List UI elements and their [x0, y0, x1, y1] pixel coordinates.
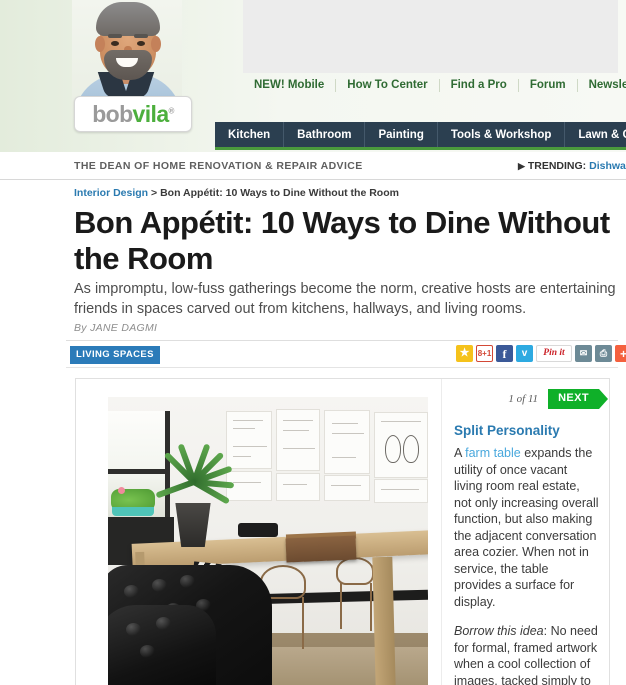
utility-nav-item-find-a-pro[interactable]: Find a Pro: [440, 79, 519, 92]
utility-nav: NEW! Mobile How To Center Find a Pro For…: [243, 79, 626, 92]
slide-nav-row: 1 of 11 NEXT: [454, 387, 608, 411]
category-nav-item-tools-workshop[interactable]: Tools & Workshop: [438, 122, 566, 147]
slide-caption-title: Split Personality: [454, 423, 560, 438]
site-logo[interactable]: bobvila®: [74, 96, 192, 132]
logo-text-bob: bob: [92, 100, 133, 127]
caption-text-pre: A: [454, 446, 466, 460]
article-deck: As impromptu, low-fuss gatherings become…: [74, 281, 616, 317]
category-nav-item-bathroom[interactable]: Bathroom: [284, 122, 366, 147]
page-root: bobvila® NEW! Mobile How To Center Find …: [0, 0, 626, 685]
favorite-star-icon[interactable]: ★: [456, 345, 473, 362]
caret-right-icon: ▶: [518, 161, 525, 171]
ad-slot: [243, 0, 618, 73]
print-icon[interactable]: ⎙: [595, 345, 612, 362]
caption-paragraph-2: Borrow this idea: No need for formal, fr…: [454, 623, 599, 685]
category-nav: Kitchen Bathroom Painting Tools & Worksh…: [215, 122, 626, 150]
page-title: Bon Appétit: 10 Ways to Dine Without the…: [74, 205, 610, 276]
wall-diagram-papers: [226, 409, 428, 507]
trending-strip: ▶ TRENDING: Dishwas: [518, 160, 626, 172]
meta-divider-bottom: [66, 367, 618, 368]
slide-caption-panel: 1 of 11 NEXT Split Personality A farm ta…: [441, 379, 611, 685]
logo-text-vila: vila: [132, 100, 170, 127]
next-slide-button[interactable]: NEXT: [548, 389, 608, 409]
more-share-icon[interactable]: +: [615, 345, 626, 362]
slide-counter: 1 of 11: [508, 393, 539, 405]
breadcrumb-current: Bon Appétit: 10 Ways to Dine Without the…: [160, 187, 399, 199]
facebook-icon[interactable]: f: [496, 345, 513, 362]
category-nav-item-lawn-garden[interactable]: Lawn & Garden: [565, 122, 626, 147]
category-nav-item-kitchen[interactable]: Kitchen: [215, 122, 285, 147]
meta-divider-top: [66, 340, 618, 341]
utility-nav-item-how-to-center[interactable]: How To Center: [336, 79, 440, 92]
farm-table-link[interactable]: farm table: [465, 446, 521, 460]
google-plus-icon[interactable]: 8+1: [476, 345, 493, 362]
article-byline: By JANE DAGMI: [74, 322, 158, 334]
category-nav-item-painting[interactable]: Painting: [365, 122, 438, 147]
utility-nav-item-forum[interactable]: Forum: [519, 79, 578, 92]
trademark-icon: ®: [168, 105, 175, 115]
slide-photo-image[interactable]: [108, 397, 428, 685]
trending-item-link[interactable]: Dishwas: [589, 160, 626, 172]
slideshow-container: 1 of 11 NEXT Split Personality A farm ta…: [75, 378, 610, 685]
borrow-this-idea-label: Borrow this idea: [454, 624, 544, 638]
utility-nav-item-mobile[interactable]: NEW! Mobile: [243, 79, 337, 92]
breadcrumb-separator: >: [151, 187, 158, 199]
category-tag-badge[interactable]: LIVING SPACES: [70, 346, 160, 364]
potted-plant-shape: [155, 443, 235, 509]
site-header: bobvila® NEW! Mobile How To Center Find …: [0, 0, 626, 152]
site-tagline: THE DEAN OF HOME RENOVATION & REPAIR ADV…: [74, 160, 363, 172]
breadcrumb-parent-link[interactable]: Interior Design: [74, 187, 148, 199]
caption-paragraph-1: A farm table expands the utility of once…: [454, 445, 599, 610]
trending-label: TRENDING:: [527, 160, 587, 172]
breadcrumb: Interior Design > Bon Appétit: 10 Ways t…: [74, 187, 399, 199]
email-icon[interactable]: ✉: [575, 345, 592, 362]
caption-text-post: expands the utility of once vacant livin…: [454, 446, 599, 609]
pinterest-icon[interactable]: Pin it: [536, 345, 572, 362]
twitter-icon[interactable]: ᴠ: [516, 345, 533, 362]
utility-nav-item-newsletters[interactable]: Newsletters: [578, 79, 626, 92]
share-buttons-row: ★ 8+1 f ᴠ Pin it ✉ ⎙ +: [456, 345, 626, 362]
slide-caption-body: A farm table expands the utility of once…: [454, 445, 599, 685]
